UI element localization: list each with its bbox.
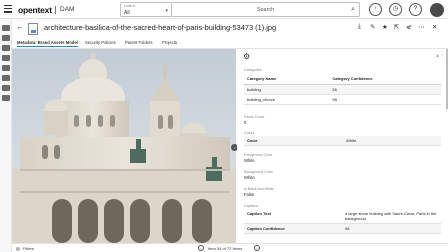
table-cell: building_church: [244, 94, 330, 105]
tasks-icon[interactable]: [2, 75, 10, 81]
faces-value: 0: [244, 120, 247, 125]
item-counter: Item 34 of 72 Items: [208, 246, 243, 251]
background-value: White: [244, 175, 255, 180]
asset-title-bar: ← architecture-basilica-of-the-sacred-he…: [12, 19, 448, 39]
foreground-label: Foreground Color: [244, 153, 273, 157]
table-cell: White: [343, 136, 441, 146]
share-icon[interactable]: ⋞: [406, 23, 411, 31]
tab-security-policies[interactable]: Security Policies: [85, 40, 116, 45]
logo-divider: [55, 6, 56, 14]
table-cell: Caption Text: [244, 209, 342, 224]
foreground-value: White: [244, 158, 255, 163]
back-arrow-icon[interactable]: ←: [16, 22, 24, 31]
table-cell: 98: [329, 94, 441, 105]
background-label: Background Color: [244, 170, 273, 174]
table-cell: Caption Confidence: [244, 223, 342, 234]
metadata-panel: ⚙ ⇲ ⋮ Categories Category Name Category …: [237, 49, 448, 243]
table-cell: building: [244, 84, 330, 95]
previous-icon[interactable]: ‹: [198, 245, 204, 251]
product-name: DAM: [60, 6, 75, 13]
help-icon[interactable]: ?: [409, 3, 422, 16]
categories-label: Categories: [244, 68, 262, 72]
edit-icon[interactable]: ✎: [370, 23, 375, 31]
captions-label: Captions: [244, 204, 259, 208]
look-in-select[interactable]: Look In All ▾: [120, 2, 172, 17]
history-icon[interactable]: ◷: [389, 3, 402, 16]
chevron-down-icon: ▾: [165, 8, 168, 14]
star-icon[interactable]: ★: [382, 23, 388, 31]
tab-bar: Metadata: Brand Assets Model Security Po…: [12, 39, 448, 49]
table-row: building_church 98: [244, 94, 441, 105]
image-icon[interactable]: [2, 25, 10, 31]
gear-icon[interactable]: ⚙: [243, 52, 250, 61]
look-in-label: Look In: [124, 4, 136, 8]
inbox-icon[interactable]: [2, 85, 10, 91]
files-icon[interactable]: [2, 45, 10, 51]
look-in-value: All: [124, 10, 130, 16]
close-icon[interactable]: ✕: [432, 23, 437, 31]
captions-table: Caption Text a large stone building with…: [244, 209, 441, 234]
table-row: Caption Text a large stone building with…: [244, 209, 441, 224]
search-placeholder: Search: [256, 7, 275, 13]
logo: opentext: [18, 5, 52, 15]
table-row: Color White: [244, 136, 441, 146]
bottom-bar: ▤ Filters ‹ Item 34 of 72 Items ›: [12, 243, 448, 252]
table-header: Category Confidence: [329, 74, 441, 85]
bw-label: Is Black and White: [244, 187, 274, 191]
open-icon[interactable]: ⇱: [394, 23, 399, 31]
image-file-icon: [28, 23, 38, 35]
image-preview[interactable]: [12, 49, 236, 243]
faces-label: Faces Count: [244, 115, 265, 119]
colors-table: Color White: [244, 136, 441, 146]
asset-title: architecture-basilica-of-the-sacred-hear…: [44, 23, 277, 32]
top-bar: opentext DAM Look In All ▾ Search ⌕ ↑ ◷ …: [0, 0, 448, 19]
folder-icon[interactable]: [2, 35, 10, 41]
upload-icon[interactable]: ↑: [369, 3, 382, 16]
tab-metadata[interactable]: Metadata: Brand Assets Model: [17, 40, 78, 47]
tab-parent-folders[interactable]: Parent Folders: [125, 40, 152, 45]
menu-icon[interactable]: [4, 5, 12, 13]
monitor-icon[interactable]: [2, 65, 10, 71]
filter-icon[interactable]: ▤: [16, 246, 20, 251]
basilica-photo: [12, 49, 236, 243]
table-header: Category Name: [244, 74, 330, 85]
filters-button[interactable]: Filters: [23, 246, 34, 251]
table-cell: 26: [329, 84, 441, 95]
table-cell: a large stone building with Sacré-Cœur, …: [342, 209, 441, 224]
tab-projects[interactable]: Projects: [162, 40, 177, 45]
more-icon[interactable]: ⋯: [418, 23, 425, 31]
table-cell: 98: [342, 223, 441, 234]
search-input[interactable]: Search ⌕: [172, 2, 360, 17]
collections-icon[interactable]: [2, 55, 10, 61]
table-row: building 26: [244, 84, 441, 95]
categories-table: Category Name Category Confidence buildi…: [244, 74, 441, 105]
table-row: Caption Confidence 98: [244, 223, 441, 234]
colors-label: Colors: [244, 131, 255, 135]
search-icon[interactable]: ⌕: [351, 6, 355, 14]
avatar[interactable]: [430, 3, 444, 17]
expand-icon[interactable]: ⇲ ⋮: [436, 53, 444, 58]
next-icon[interactable]: ›: [254, 245, 260, 251]
left-rail: [0, 19, 12, 252]
bw-value: False: [244, 192, 255, 197]
download-icon[interactable]: ⤓: [358, 23, 361, 31]
table-cell: Color: [244, 136, 344, 146]
gear-icon[interactable]: [2, 95, 10, 101]
